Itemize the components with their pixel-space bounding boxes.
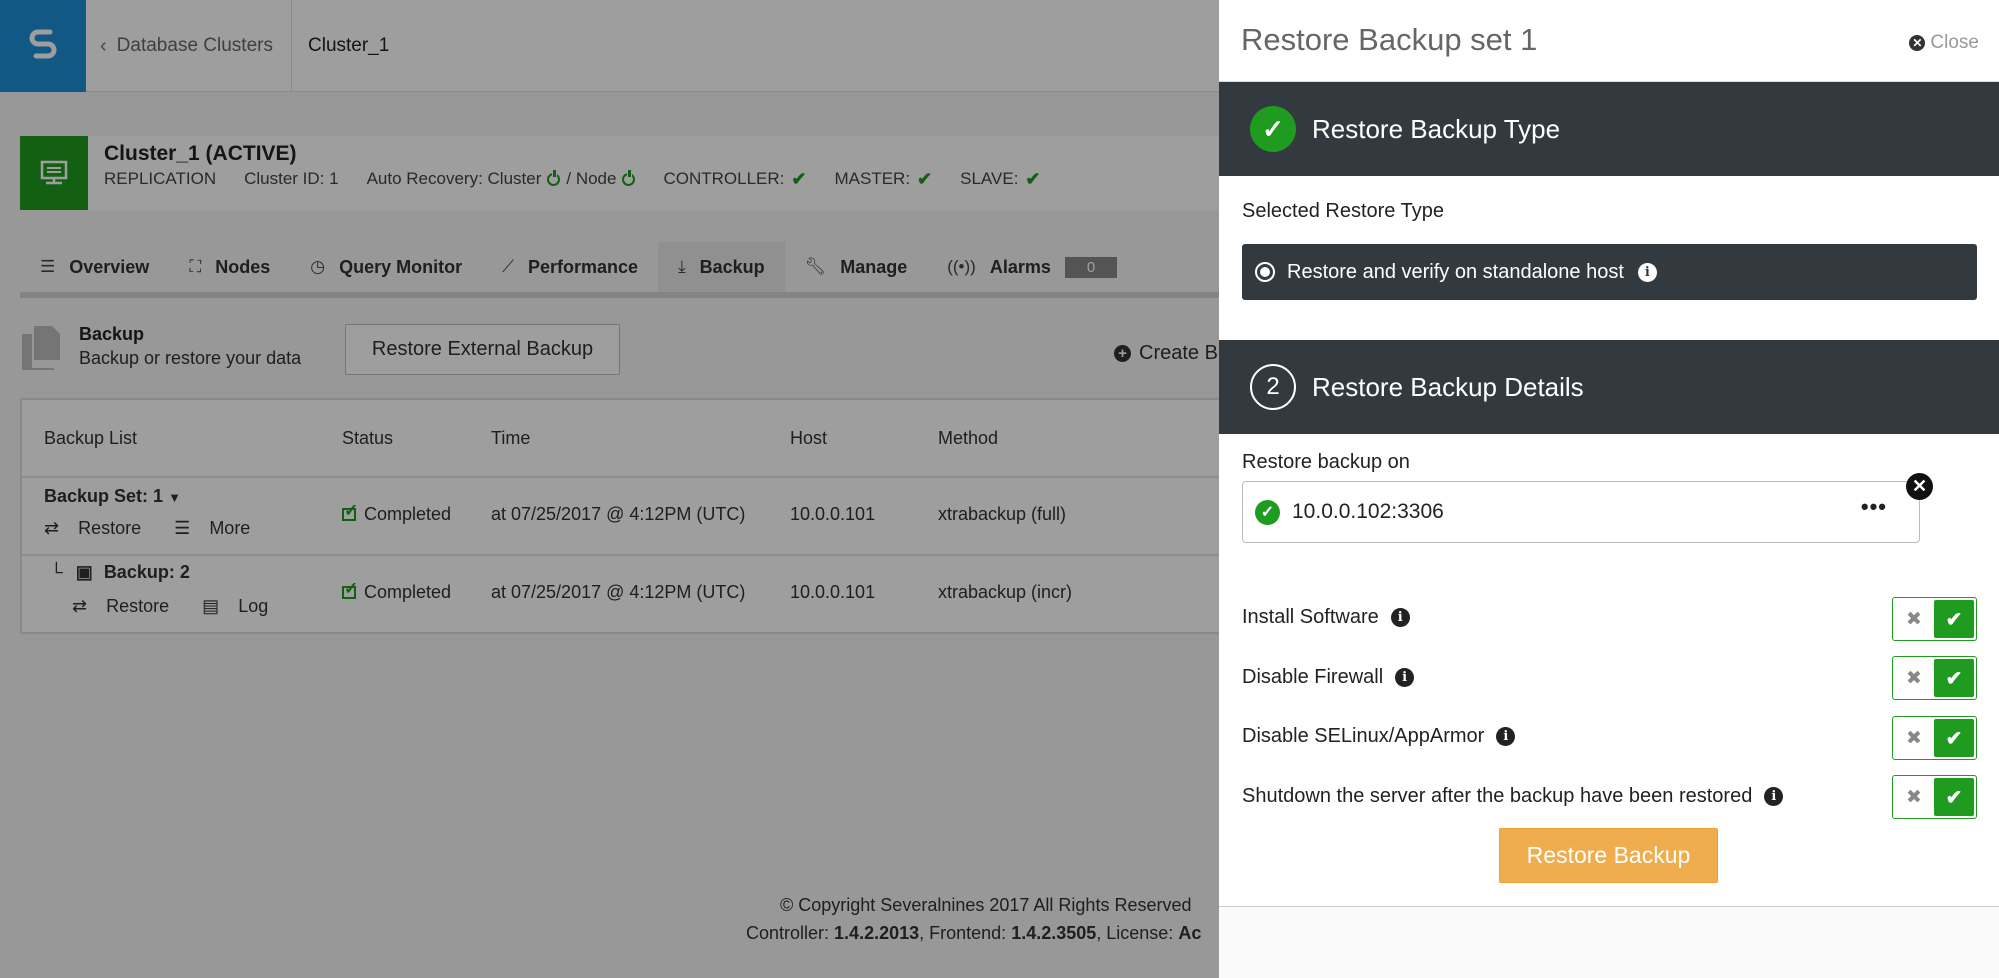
- times-icon: ✖: [1906, 727, 1922, 749]
- restore-host-select[interactable]: ✓ 10.0.0.102:3306 •••: [1242, 481, 1920, 543]
- modal-backdrop[interactable]: [0, 0, 1219, 978]
- restore-backup-button[interactable]: Restore Backup: [1499, 828, 1718, 883]
- section-title: Restore Backup Details: [1312, 371, 1584, 402]
- disable-firewall-toggle[interactable]: ✖ ✔: [1892, 656, 1977, 700]
- close-button[interactable]: ✕ Close: [1909, 32, 1979, 54]
- section-restore-details[interactable]: 2 Restore Backup Details: [1219, 340, 1999, 434]
- check-circle-icon: ✓: [1250, 106, 1296, 152]
- option-label: Install Software: [1242, 606, 1379, 628]
- restore-backup-panel: Restore Backup set 1 ✕ Close ✓ Restore B…: [1219, 0, 1999, 978]
- info-icon[interactable]: i: [1496, 727, 1516, 746]
- check-circle-icon: ✓: [1255, 499, 1280, 525]
- step-number: 2: [1250, 364, 1296, 410]
- check-icon: ✔: [1934, 600, 1974, 638]
- section-title: Restore Backup Type: [1312, 113, 1561, 144]
- option-label: Shutdown the server after the backup hav…: [1242, 785, 1753, 807]
- install-software-toggle[interactable]: ✖ ✔: [1892, 597, 1977, 641]
- option-shutdown-server: Shutdown the server after the backup hav…: [1242, 785, 1784, 808]
- clear-selection-icon[interactable]: ✕: [1906, 473, 1933, 500]
- panel-footer: [1219, 906, 1999, 978]
- radio-selected-icon: [1255, 262, 1275, 282]
- restore-type-value: Restore and verify on standalone host: [1287, 260, 1624, 283]
- times-icon: ✖: [1906, 786, 1922, 808]
- shutdown-server-toggle[interactable]: ✖ ✔: [1892, 775, 1977, 819]
- info-icon[interactable]: i: [1395, 668, 1415, 687]
- disable-selinux-toggle[interactable]: ✖ ✔: [1892, 716, 1977, 760]
- info-icon[interactable]: i: [1390, 608, 1410, 627]
- times-icon: ✖: [1906, 608, 1922, 630]
- panel-title: Restore Backup set 1: [1241, 22, 1538, 57]
- option-install-software: Install Software i: [1242, 606, 1410, 629]
- check-icon: ✔: [1934, 778, 1974, 816]
- check-icon: ✔: [1934, 719, 1974, 757]
- option-label: Disable SELinux/AppArmor: [1242, 725, 1485, 747]
- info-icon[interactable]: i: [1637, 262, 1657, 282]
- selected-restore-type-label: Selected Restore Type: [1242, 200, 1444, 222]
- check-icon: ✔: [1934, 659, 1974, 697]
- times-icon: ✖: [1906, 667, 1922, 689]
- close-icon: ✕: [1909, 35, 1926, 51]
- option-disable-firewall: Disable Firewall i: [1242, 666, 1415, 689]
- restore-type-option[interactable]: Restore and verify on standalone host i: [1242, 244, 1977, 300]
- panel-header: Restore Backup set 1 ✕ Close: [1219, 0, 1999, 82]
- restore-host-value: 10.0.0.102:3306: [1292, 500, 1444, 523]
- option-disable-selinux: Disable SELinux/AppArmor i: [1242, 725, 1516, 748]
- more-options-icon[interactable]: •••: [1861, 494, 1887, 520]
- restore-on-label: Restore backup on: [1242, 451, 1410, 473]
- info-icon[interactable]: i: [1764, 787, 1784, 806]
- option-label: Disable Firewall: [1242, 666, 1384, 688]
- close-label: Close: [1930, 32, 1979, 53]
- section-restore-type[interactable]: ✓ Restore Backup Type: [1219, 82, 1999, 176]
